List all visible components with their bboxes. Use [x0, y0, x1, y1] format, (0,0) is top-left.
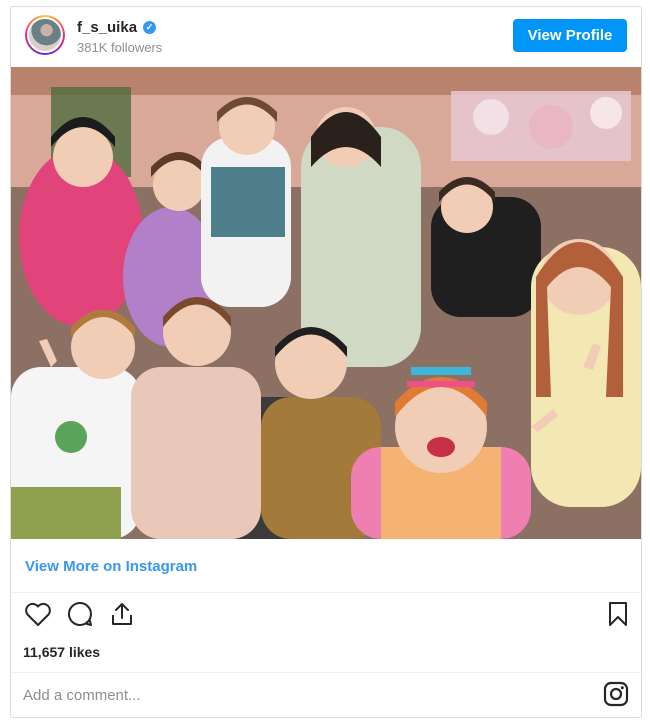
- divider: [11, 592, 641, 593]
- username-row: f_s_uika ✓: [77, 19, 157, 36]
- share-icon[interactable]: [107, 599, 137, 629]
- username-link[interactable]: f_s_uika: [77, 19, 137, 36]
- follower-count: 381K followers: [77, 40, 163, 55]
- post-header: f_s_uika ✓ 381K followers View Profile: [11, 7, 641, 67]
- comment-input[interactable]: [21, 681, 585, 709]
- instagram-embed-card: f_s_uika ✓ 381K followers View Profile V…: [10, 6, 642, 718]
- view-more-link[interactable]: View More on Instagram: [25, 558, 197, 575]
- divider: [11, 672, 641, 673]
- action-bar: [11, 599, 641, 635]
- view-profile-button[interactable]: View Profile: [513, 19, 627, 52]
- instagram-logo-icon[interactable]: [603, 681, 629, 707]
- group-photo-image: [11, 67, 641, 539]
- post-photo[interactable]: [11, 67, 641, 539]
- comment-bubble-icon[interactable]: [65, 599, 95, 629]
- avatar-image: [27, 17, 63, 53]
- heart-icon[interactable]: [23, 599, 53, 629]
- bookmark-icon[interactable]: [603, 599, 633, 629]
- avatar[interactable]: [25, 15, 65, 55]
- like-count: 11,657 likes: [23, 644, 101, 660]
- verified-badge-icon: ✓: [143, 21, 157, 34]
